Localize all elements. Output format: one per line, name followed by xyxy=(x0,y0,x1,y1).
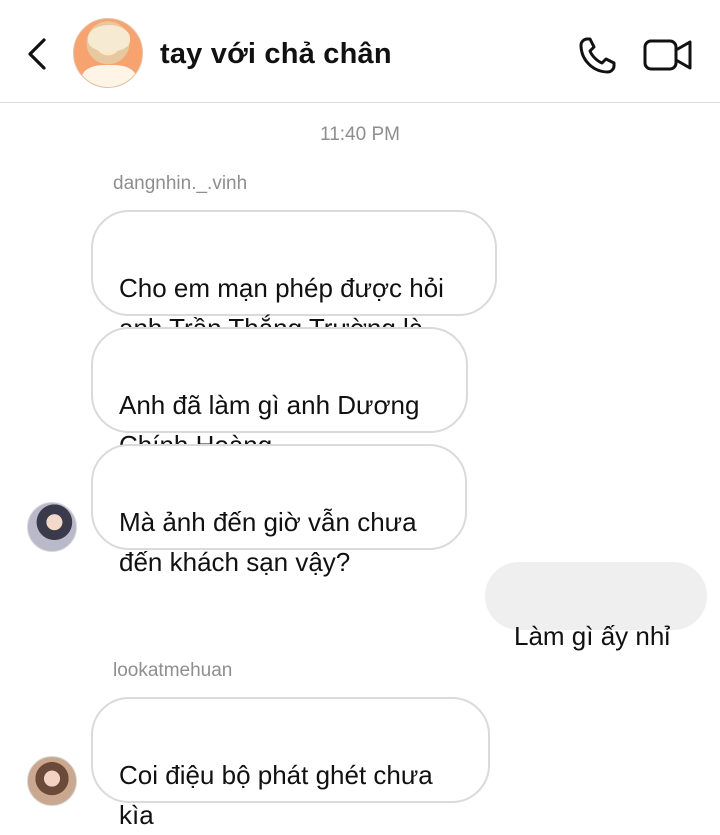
phone-icon[interactable] xyxy=(575,34,619,78)
sender-name: lookatmehuan xyxy=(113,660,233,681)
video-camera-icon[interactable] xyxy=(642,36,694,74)
chat-title[interactable]: tay với chả chân xyxy=(160,38,392,71)
message-bubble[interactable]: Anh đã làm gì anh Dương Chính Hoàng xyxy=(91,327,468,460)
chat-header: tay với chả chân xyxy=(0,0,720,103)
message-text: Coi điệu bộ phát ghét chưa kìa xyxy=(119,760,433,830)
message-timestamp: 11:40 PM xyxy=(320,124,400,145)
message-text: Mà ảnh đến giờ vẫn chưa đến khách sạn vậ… xyxy=(119,507,417,577)
sender-avatar[interactable] xyxy=(27,502,77,552)
sender-avatar[interactable] xyxy=(27,756,77,806)
message-bubble-outgoing[interactable]: Làm gì ấy nhỉ xyxy=(485,562,707,651)
message-bubble[interactable]: Coi điệu bộ phát ghét chưa kìa xyxy=(91,697,490,830)
chevron-left-icon[interactable] xyxy=(22,34,54,74)
chat-avatar[interactable] xyxy=(73,18,143,88)
sender-name: dangnhin._.vinh xyxy=(113,173,248,194)
message-bubble[interactable]: Cho em mạn phép được hỏi anh Trần Thắng … xyxy=(91,210,497,343)
message-bubble[interactable]: Mà ảnh đến giờ vẫn chưa đến khách sạn vậ… xyxy=(91,444,467,577)
message-text: Làm gì ấy nhỉ xyxy=(514,621,671,651)
